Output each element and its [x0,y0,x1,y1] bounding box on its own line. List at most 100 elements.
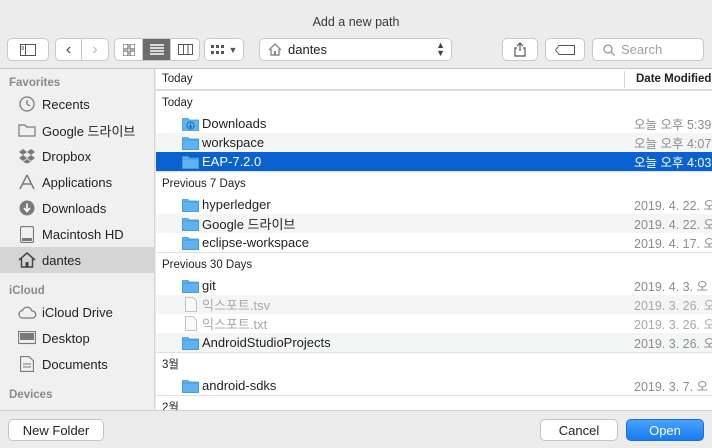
group-grid-icon [210,44,224,54]
list-icon [149,44,164,55]
sidebar-icon [20,43,36,56]
back-button[interactable]: ‹ [56,39,82,60]
file-name: 익스포트.tsv [202,298,271,313]
sidebar-item-recents[interactable]: Recents [0,91,154,117]
home-icon [17,251,37,269]
sidebar-item-label: dantes [42,252,82,268]
sidebar-item-label: Applications [42,174,113,190]
file-date-modified: 2019. 4. 22. 오 [634,218,712,232]
cancel-button[interactable]: Cancel [540,419,618,441]
document-icon [17,355,37,373]
file-date-modified: 2019. 3. 26. 오 [634,299,712,313]
chevron-right-icon: › [92,40,98,58]
file-row[interactable]: android-sdks 2019. 3. 7. 오 [156,376,712,395]
folder-icon [17,121,37,139]
tag-icon [555,44,575,55]
file-date-modified: 2019. 4. 22. 오 [634,199,712,213]
file-name: hyperledger [202,197,271,212]
column-header-date-modified[interactable]: Date Modified [636,73,711,85]
new-folder-button[interactable]: New Folder [8,419,104,441]
download-icon [17,199,37,217]
file-row: 익스포트.txt 2019. 3. 26. 오 [156,314,712,333]
tag-button[interactable] [545,38,585,61]
grid-icon [122,43,135,56]
folder-icon [182,236,199,250]
folder-icon [182,155,199,169]
file-list: Today Date Modified Today Downloads 오늘 오후 … [156,69,712,410]
column-separator[interactable] [624,71,625,88]
group-by-button[interactable]: ▼ [204,38,244,61]
file-row[interactable]: git 2019. 4. 3. 오 [156,276,712,295]
sidebar-item-label: Google 드라이브 [42,123,136,139]
file-row[interactable]: Google 드라이브 2019. 4. 22. 오 [156,214,712,233]
open-button[interactable]: Open [626,419,704,441]
sidebar-item-icloud-drive[interactable]: iCloud Drive [0,299,154,325]
sidebar-item-label: Dropbox [42,148,92,164]
icon-view-button[interactable] [115,39,143,60]
file-rows: Today Downloads 오늘 오후 5:39 workspace 오늘 오후 4… [156,90,712,410]
search-input[interactable] [621,42,699,57]
sidebar: Favorites Recents Google 드라이브 Dropbox Ap… [0,69,155,410]
sidebar-item-downloads[interactable]: Downloads [0,195,154,221]
list-view-button[interactable] [143,39,171,60]
file-row[interactable]: eclipse-workspace 2019. 4. 17. 오 [156,233,712,252]
column-header-name[interactable]: Today [162,73,193,85]
desktop-icon [17,329,37,347]
bottom-bar: New Folder Cancel Open [0,410,712,448]
folder-icon [182,279,199,293]
forward-button[interactable]: › [82,39,108,60]
sidebar-section-favorites: Favorites [9,77,61,89]
file-icon [182,316,199,331]
file-name: Downloads [202,116,267,131]
sidebar-toggle-button[interactable] [7,38,49,61]
columns-icon [177,44,193,55]
folder-icon [182,379,199,393]
path-popup[interactable]: dantes ▲ ▼ [259,38,452,61]
search-field[interactable] [592,38,704,61]
search-icon [603,43,615,56]
sidebar-item-desktop[interactable]: Desktop [0,325,154,351]
sidebar-item-documents[interactable]: Documents [0,351,154,377]
file-date-modified: 오늘 오후 5:39 [634,118,712,132]
file-icon [182,297,199,312]
sidebar-item-applications[interactable]: Applications [0,169,154,195]
sidebar-item-label: iCloud Drive [42,304,113,320]
group-header: 3월 [156,352,712,376]
harddisk-icon [17,225,37,243]
updown-chevron-icon: ▲ ▼ [436,40,445,58]
cloud-icon [17,303,37,321]
group-header: 2월 [156,395,712,410]
sidebar-item-macintosh-hd[interactable]: Macintosh HD [0,221,154,247]
dropbox-icon [17,147,37,165]
file-date-modified: 2019. 4. 17. 오 [634,237,712,251]
file-row[interactable]: AndroidStudioProjects 2019. 3. 26. 오 [156,333,712,352]
column-view-button[interactable] [171,39,199,60]
file-name: AndroidStudioProjects [202,335,331,350]
sidebar-item-label: Downloads [42,200,107,216]
back-forward-group: ‹ › [55,38,109,61]
folder-icon [182,198,199,212]
file-date-modified: 2019. 4. 3. 오 [634,280,709,294]
file-name: workspace [202,135,265,150]
file-row: 익스포트.tsv 2019. 3. 26. 오 [156,295,712,314]
sidebar-item-dropbox[interactable]: Dropbox [0,143,154,169]
file-row[interactable]: EAP-7.2.0 오늘 오후 4:03 [156,152,712,171]
file-row[interactable]: Downloads 오늘 오후 5:39 [156,114,712,133]
file-date-modified: 2019. 3. 26. 오 [634,337,712,351]
downloads-folder-icon [182,117,199,131]
folder-icon [182,217,199,231]
sidebar-item-google-drive[interactable]: Google 드라이브 [0,117,154,143]
share-button[interactable] [502,38,538,61]
file-row[interactable]: workspace 오늘 오후 4:07 [156,133,712,152]
file-name: 익스포트.txt [202,317,268,332]
chevron-down-icon: ▼ [228,44,238,55]
column-header: Today Date Modified [156,69,712,90]
toolbar: ‹ › ▼ dantes ▲ ▼ [0,34,712,64]
file-date-modified: 2019. 3. 26. 오 [634,318,712,332]
file-name: EAP-7.2.0 [202,154,262,169]
group-header: Previous 30 Days [156,252,712,276]
file-row[interactable]: hyperledger 2019. 4. 22. 오 [156,195,712,214]
home-icon [268,43,282,56]
file-date-modified: 오늘 오후 4:07 [634,137,712,151]
sidebar-item-dantes[interactable]: dantes [0,247,154,273]
